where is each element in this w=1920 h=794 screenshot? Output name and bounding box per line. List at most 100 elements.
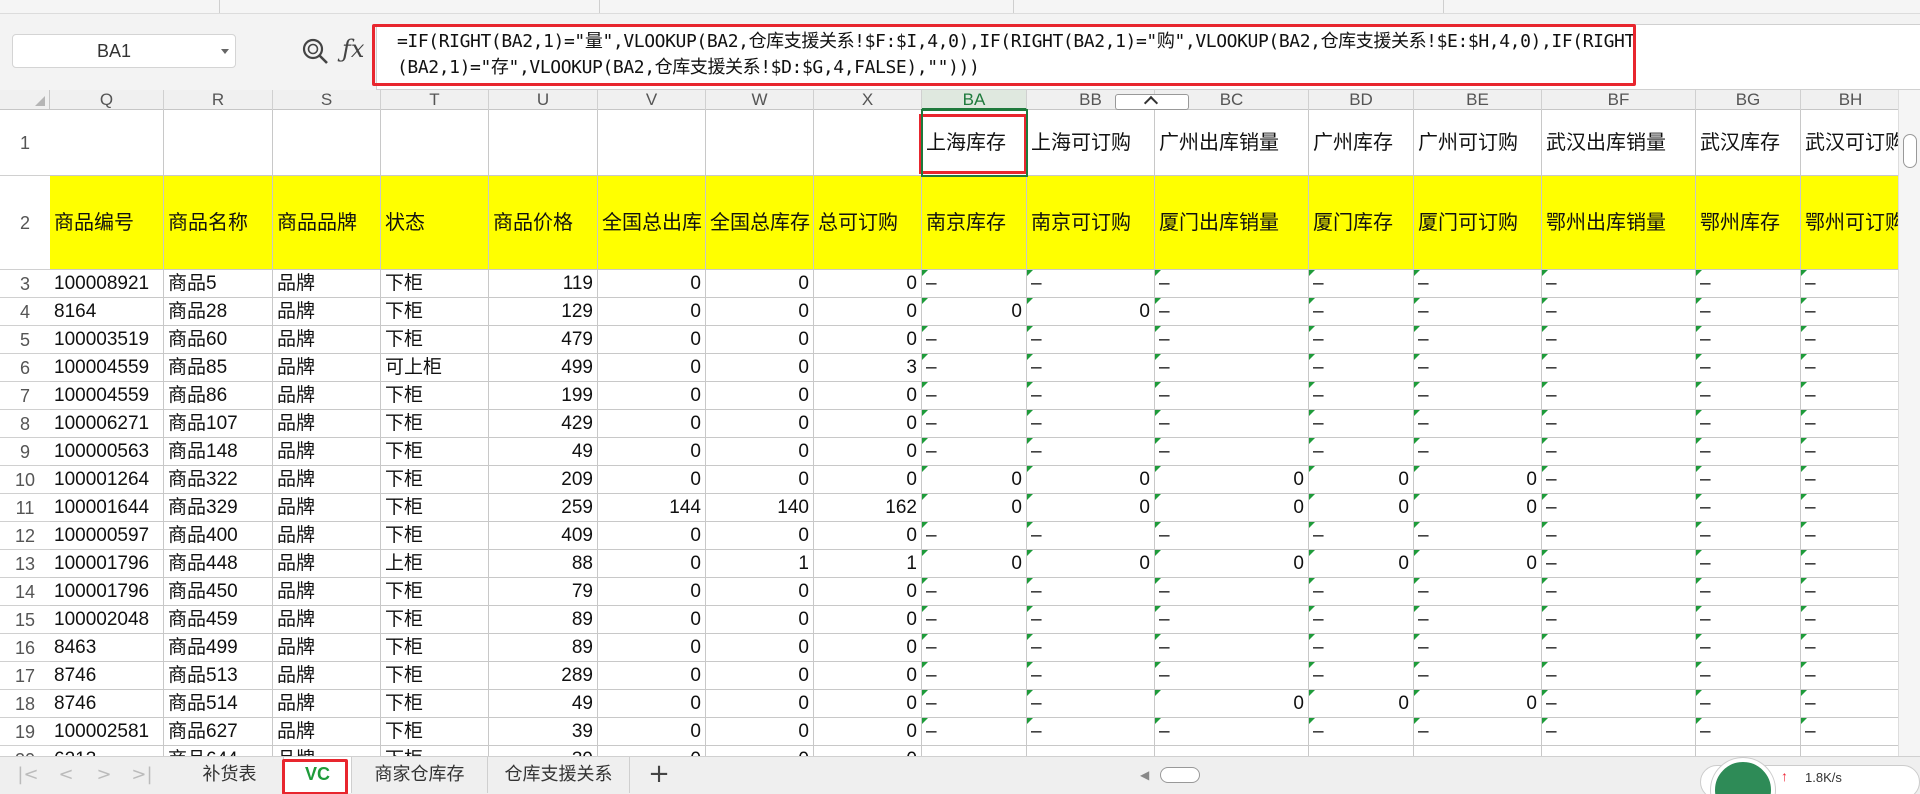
tab-2[interactable]: VC [284,757,352,793]
row-header-5[interactable]: 5 [0,326,50,354]
column-header-x[interactable]: X [814,90,922,110]
table-cell[interactable]: 品牌 [273,326,381,354]
table-cell[interactable]: 下柜 [381,438,489,466]
table-cell[interactable]: – [1801,410,1898,438]
table-cell[interactable]: 0 [598,522,706,550]
table-cell[interactable]: 0 [814,270,922,298]
table-cell[interactable]: – [1696,690,1801,718]
table-cell[interactable]: 0 [598,326,706,354]
table-cell[interactable]: 0 [706,690,814,718]
table-cell[interactable]: – [922,354,1027,382]
table-cell[interactable]: – [922,326,1027,354]
header-cell[interactable] [814,110,922,176]
table-cell[interactable]: 下柜 [381,494,489,522]
collapse-columns-button[interactable] [1115,94,1189,111]
row-header-12[interactable]: 12 [0,522,50,550]
table-cell[interactable]: 商品85 [164,354,273,382]
table-cell[interactable]: 100001796 [50,550,164,578]
table-cell[interactable]: – [1309,606,1414,634]
table-cell[interactable]: 品牌 [273,634,381,662]
table-cell[interactable]: 0 [598,382,706,410]
table-cell[interactable]: – [922,606,1027,634]
table-cell[interactable]: – [1155,662,1309,690]
table-cell[interactable]: 0 [598,466,706,494]
table-cell[interactable]: 商品322 [164,466,273,494]
table-cell[interactable]: – [1801,326,1898,354]
table-cell[interactable]: 0 [814,410,922,438]
table-cell[interactable]: – [1542,326,1696,354]
table-cell[interactable]: 88 [489,550,598,578]
table-cell[interactable]: 429 [489,410,598,438]
table-cell[interactable]: – [922,718,1027,746]
table-cell[interactable]: 6213 [50,746,164,756]
table-cell[interactable]: 100003519 [50,326,164,354]
table-cell[interactable]: 0 [706,466,814,494]
table-cell[interactable]: – [922,522,1027,550]
table-cell[interactable]: – [1542,634,1696,662]
table-cell[interactable]: 199 [489,382,598,410]
table-cell[interactable] [1309,746,1414,756]
table-cell[interactable]: – [1309,270,1414,298]
row-header-14[interactable]: 14 [0,578,50,606]
table-cell[interactable]: 289 [489,662,598,690]
table-cell[interactable]: 0 [814,578,922,606]
table-cell[interactable]: – [1027,410,1155,438]
tab-3[interactable]: 商家仓库存 [352,757,488,793]
table-cell[interactable] [1027,746,1155,756]
table-cell[interactable]: 商品513 [164,662,273,690]
table-cell[interactable]: – [1027,634,1155,662]
table-cell[interactable]: 0 [1414,466,1542,494]
table-cell[interactable]: 0 [1309,466,1414,494]
row-header-10[interactable]: 10 [0,466,50,494]
table-cell[interactable]: 49 [489,438,598,466]
table-cell[interactable]: 129 [489,298,598,326]
table-cell[interactable]: 0 [1027,298,1155,326]
column-header-u[interactable]: U [489,90,598,110]
table-cell[interactable]: – [1309,578,1414,606]
table-cell[interactable]: 259 [489,494,598,522]
table-cell[interactable]: – [1414,326,1542,354]
table-cell[interactable]: 0 [1414,690,1542,718]
table-cell[interactable]: – [1696,438,1801,466]
table-cell[interactable]: – [1542,438,1696,466]
table-cell[interactable]: 100004559 [50,382,164,410]
header-cell[interactable]: 武汉可订购 [1801,110,1898,176]
table-cell[interactable]: 0 [1027,494,1155,522]
table-cell[interactable]: 品牌 [273,410,381,438]
table-cell[interactable]: 商品499 [164,634,273,662]
table-cell[interactable]: 79 [489,578,598,606]
row-header-15[interactable]: 15 [0,606,50,634]
table-cell[interactable]: – [1027,354,1155,382]
row-header-6[interactable]: 6 [0,354,50,382]
column-header-bd[interactable]: BD [1309,90,1414,110]
table-cell[interactable]: – [1155,326,1309,354]
table-cell[interactable]: 商品86 [164,382,273,410]
row-header-3[interactable]: 3 [0,270,50,298]
table-cell[interactable]: 100000597 [50,522,164,550]
table-cell[interactable]: – [1309,662,1414,690]
table-cell[interactable]: – [922,690,1027,718]
column-header-bg[interactable]: BG [1696,90,1801,110]
horizontal-scroll-thumb[interactable] [1160,767,1200,783]
table-cell[interactable]: – [922,410,1027,438]
table-cell[interactable]: – [1542,606,1696,634]
row-header-8[interactable]: 8 [0,410,50,438]
table-cell[interactable]: 0 [706,606,814,634]
column-header-w[interactable]: W [706,90,814,110]
table-cell[interactable]: – [1801,522,1898,550]
vertical-scrollbar[interactable] [1898,90,1920,756]
header-cell[interactable] [50,110,164,176]
table-cell[interactable]: – [1414,382,1542,410]
vertical-scroll-thumb[interactable] [1903,134,1917,168]
table-cell[interactable] [1414,746,1542,756]
table-cell[interactable]: – [1027,718,1155,746]
table-cell[interactable]: 品牌 [273,354,381,382]
header-cell[interactable]: 南京库存 [922,176,1027,270]
next-sheet-icon[interactable]: > [92,763,116,787]
table-cell[interactable]: – [1542,494,1696,522]
row-header-16[interactable]: 16 [0,634,50,662]
horizontal-scrollbar[interactable]: ◀ [1120,765,1740,785]
table-cell[interactable]: 0 [598,354,706,382]
table-cell[interactable]: 209 [489,466,598,494]
header-cell[interactable]: 广州出库销量 [1155,110,1309,176]
